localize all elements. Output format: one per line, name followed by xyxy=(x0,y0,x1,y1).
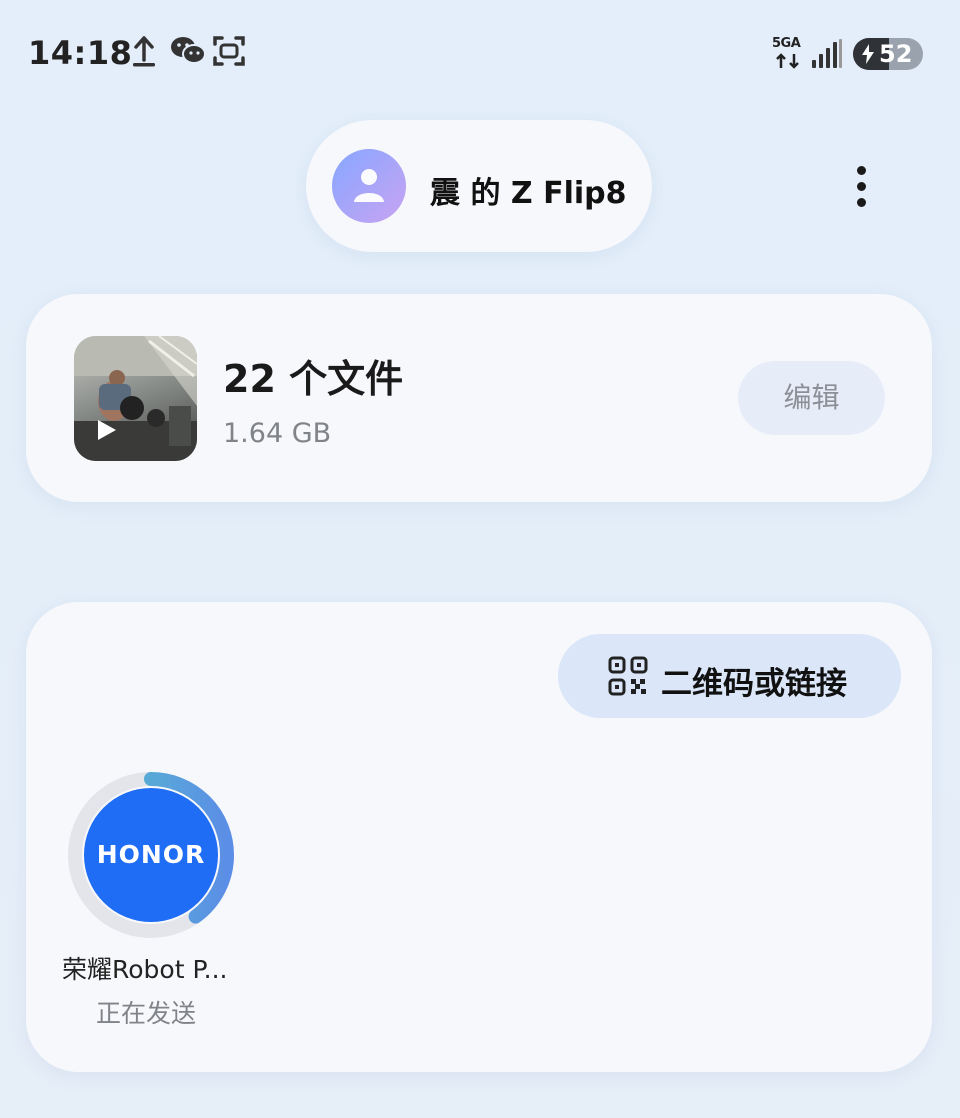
qr-code-or-link-label: 二维码或链接 xyxy=(661,666,847,702)
status-bar: 14:18 5GA 52 xyxy=(0,0,960,100)
screenshot-icon xyxy=(212,34,248,72)
more-vertical-icon[interactable] xyxy=(845,162,879,212)
person-icon xyxy=(354,169,384,202)
wechat-icon xyxy=(170,34,206,72)
honor-logo-text: HONOR xyxy=(96,840,206,869)
nearby-devices-card: 二维码或链接 HONOR 荣耀Robot P... 正在发送 xyxy=(26,602,932,1072)
charging-bolt-icon xyxy=(860,43,876,65)
video-thumbnail[interactable] xyxy=(74,336,197,461)
upload-icon xyxy=(130,34,166,72)
selected-files-card: 22 个文件 1.64 GB 编辑 xyxy=(26,294,932,502)
qr-code-or-link-button[interactable]: 二维码或链接 xyxy=(558,634,901,718)
device-name-pill[interactable]: 震 的 Z Flip8 xyxy=(306,120,652,252)
battery-level: 52 xyxy=(879,40,913,68)
edit-button[interactable]: 编辑 xyxy=(738,361,885,435)
play-icon xyxy=(98,420,116,440)
receiver-name: 荣耀Robot P... xyxy=(62,955,228,984)
network-type-icon: 5GA xyxy=(772,36,804,72)
honor-logo: HONOR xyxy=(84,788,218,922)
status-time: 14:18 xyxy=(28,34,133,72)
file-count: 22 个文件 xyxy=(223,357,404,401)
receiver-device[interactable]: HONOR 荣耀Robot P... 正在发送 xyxy=(62,770,246,1030)
qr-code-icon xyxy=(608,656,648,696)
file-size: 1.64 GB xyxy=(223,418,332,449)
device-name: 震 的 Z Flip8 xyxy=(430,176,627,211)
battery-indicator: 52 xyxy=(853,38,923,70)
edit-button-label: 编辑 xyxy=(783,382,840,413)
signal-icon xyxy=(810,38,844,70)
avatar xyxy=(332,149,406,223)
receiver-status: 正在发送 xyxy=(96,999,197,1028)
